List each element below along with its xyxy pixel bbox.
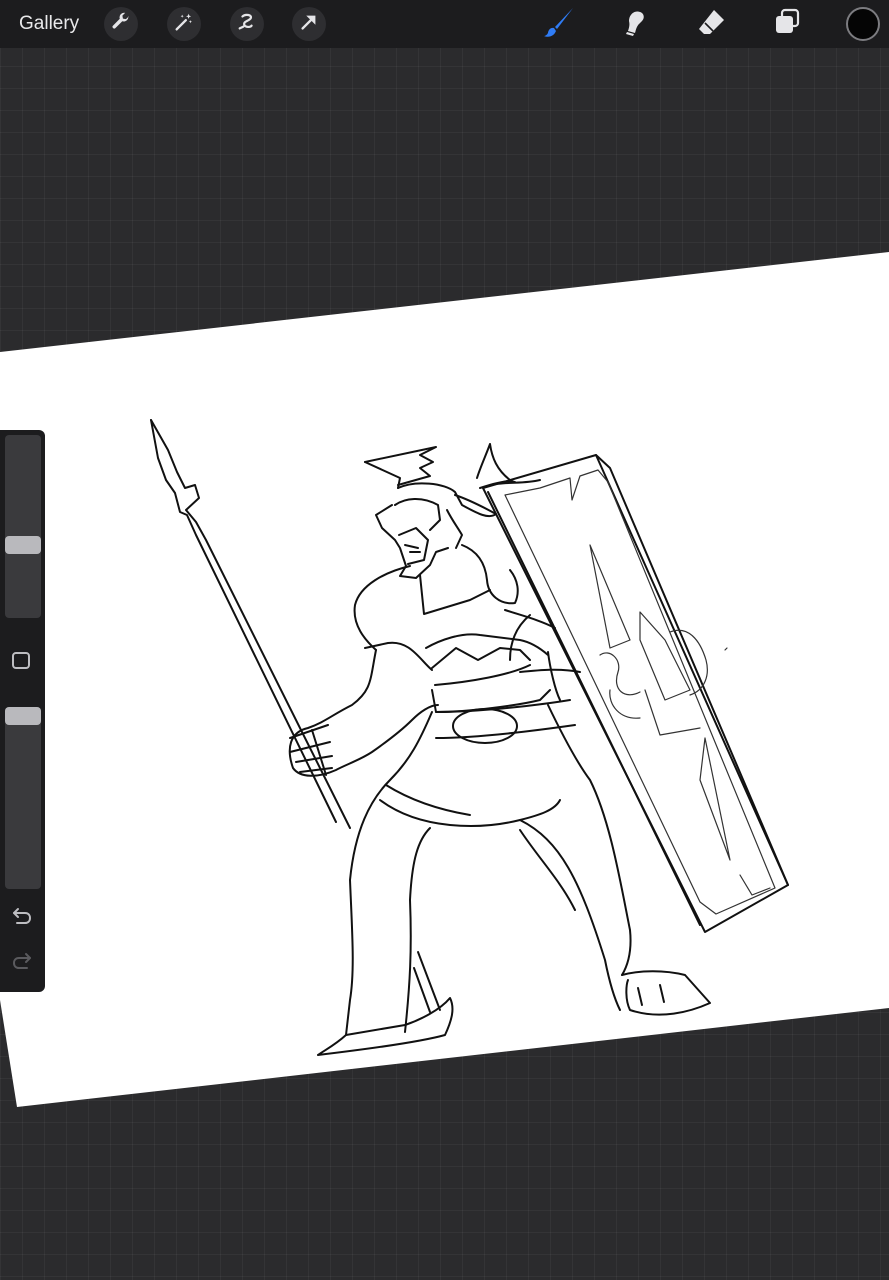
brush-size-slider[interactable] <box>5 435 41 618</box>
actions-button[interactable] <box>104 7 138 41</box>
undo-button[interactable] <box>9 907 35 929</box>
adjustments-button[interactable] <box>167 7 201 41</box>
brush-icon <box>542 5 576 44</box>
opacity-slider[interactable] <box>5 707 41 889</box>
smudge-icon <box>620 7 650 42</box>
layers-icon <box>772 7 802 42</box>
color-picker-button[interactable] <box>846 7 880 41</box>
gallery-button[interactable]: Gallery <box>19 12 79 36</box>
wrench-icon <box>110 11 132 38</box>
selection-button[interactable] <box>230 7 264 41</box>
redo-icon <box>11 951 33 976</box>
undo-icon <box>11 906 33 931</box>
canvas-area[interactable] <box>0 0 889 1280</box>
transform-arrow-icon <box>298 11 320 38</box>
magic-wand-icon <box>173 11 195 38</box>
brush-size-knob[interactable] <box>5 536 41 554</box>
layers-button[interactable] <box>769 6 805 42</box>
drawing-canvas <box>0 252 889 1107</box>
modify-button[interactable] <box>12 652 30 669</box>
top-toolbar: Gallery <box>0 0 889 48</box>
transform-button[interactable] <box>292 7 326 41</box>
opacity-knob[interactable] <box>5 707 41 725</box>
selection-icon <box>236 11 258 38</box>
redo-button[interactable] <box>9 952 35 974</box>
eraser-icon <box>696 7 726 42</box>
brush-sidebar <box>0 430 45 992</box>
brush-button[interactable] <box>541 6 577 42</box>
smudge-button[interactable] <box>617 6 653 42</box>
eraser-button[interactable] <box>693 6 729 42</box>
